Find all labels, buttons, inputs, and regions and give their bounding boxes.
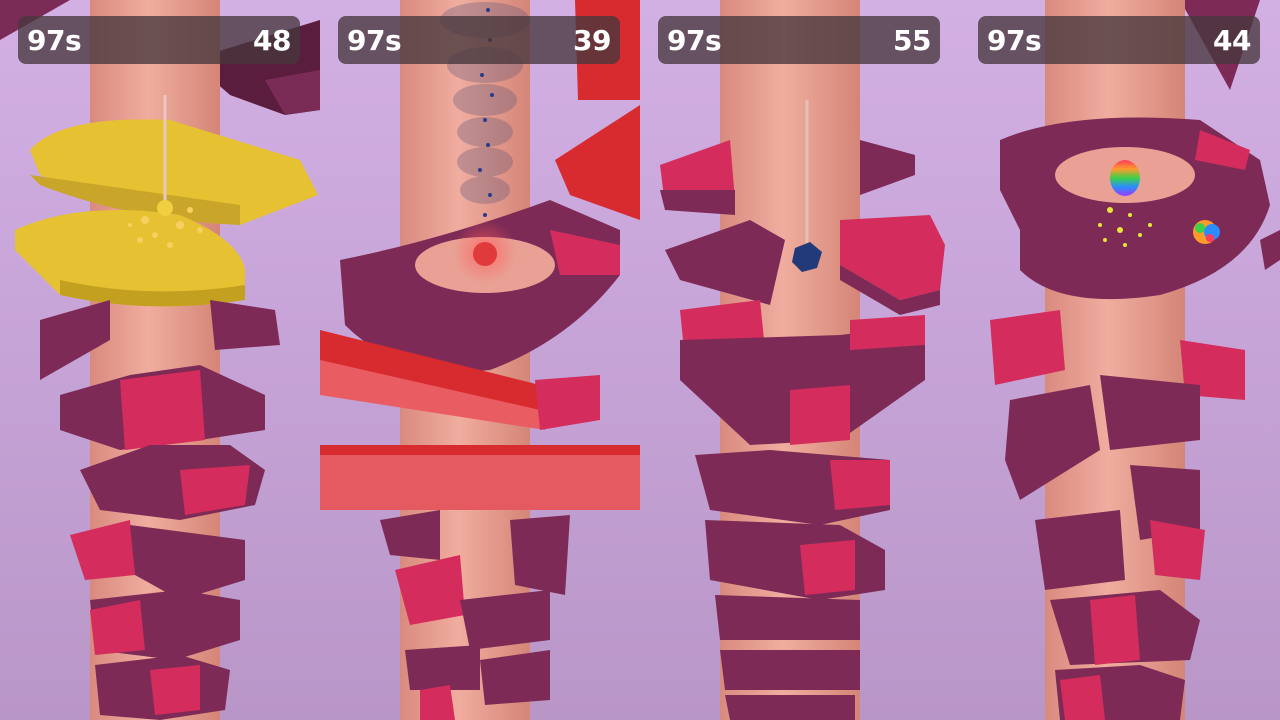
helix-scene [320, 0, 640, 720]
helix-game-screen: 97s 48 97s 39 97s 55 97s 44 [0, 0, 1280, 720]
game-panel-1[interactable]: 97s 48 [0, 0, 320, 720]
helix-scene [960, 0, 1280, 720]
score-label: 55 [893, 23, 931, 57]
timer-label: 97s [347, 23, 402, 57]
timer-label: 97s [27, 23, 82, 57]
hud-bar: 97s 44 [978, 16, 1260, 64]
game-panel-4[interactable]: 97s 44 [960, 0, 1280, 720]
game-panel-3[interactable]: 97s 55 [640, 0, 960, 720]
helix-scene [640, 0, 960, 720]
score-label: 39 [573, 23, 611, 57]
helix-scene [0, 0, 320, 720]
hud-bar: 97s 55 [658, 16, 940, 64]
hud-bar: 97s 39 [338, 16, 620, 64]
score-label: 44 [1213, 23, 1251, 57]
rainbow-ball [1110, 160, 1140, 196]
red-ball [473, 242, 497, 266]
score-label: 48 [253, 23, 291, 57]
timer-label: 97s [667, 23, 722, 57]
hud-bar: 97s 48 [18, 16, 300, 64]
timer-label: 97s [987, 23, 1042, 57]
game-panel-2[interactable]: 97s 39 [320, 0, 640, 720]
